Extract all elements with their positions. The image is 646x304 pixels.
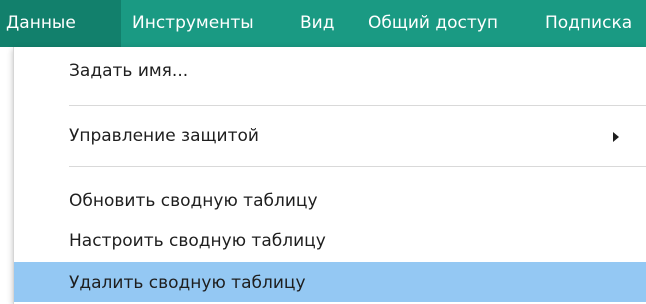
menu-divider [69,166,646,167]
menu-item-delete-pivot[interactable]: Удалить сводную таблицу [14,262,646,302]
menu-item-configure-pivot[interactable]: Настроить сводную таблицу [14,223,646,259]
menu-item-define-name[interactable]: Задать имя... [14,47,646,97]
menubar-item-sharing[interactable]: Общий доступ [368,0,498,47]
menu-bar: Данные Инструменты Вид Общий доступ Подп… [0,0,646,47]
menu-item-label: Обновить сводную таблицу [69,191,318,211]
menu-divider [69,105,646,106]
menubar-item-tools[interactable]: Инструменты [132,0,254,47]
menubar-item-label: Инструменты [132,13,254,33]
menubar-item-label: Данные [6,13,76,33]
menubar-item-label: Общий доступ [368,13,498,33]
menu-item-label: Удалить сводную таблицу [69,273,306,293]
submenu-arrow-icon [613,132,619,142]
data-dropdown-menu: Задать имя... Управление защитой Обновит… [13,47,646,304]
menu-item-protection[interactable]: Управление защитой [14,107,646,157]
menu-item-label: Настроить сводную таблицу [69,231,326,251]
menu-item-label: Управление защитой [69,126,259,146]
menubar-item-data[interactable]: Данные [0,0,121,47]
menubar-item-view[interactable]: Вид [300,0,334,47]
menubar-item-subscription[interactable]: Подписка [545,0,632,47]
menubar-item-label: Подписка [545,13,633,33]
menubar-item-label: Вид [300,13,335,33]
menu-item-refresh-pivot[interactable]: Обновить сводную таблицу [14,183,646,219]
menu-item-label: Задать имя... [69,61,189,81]
